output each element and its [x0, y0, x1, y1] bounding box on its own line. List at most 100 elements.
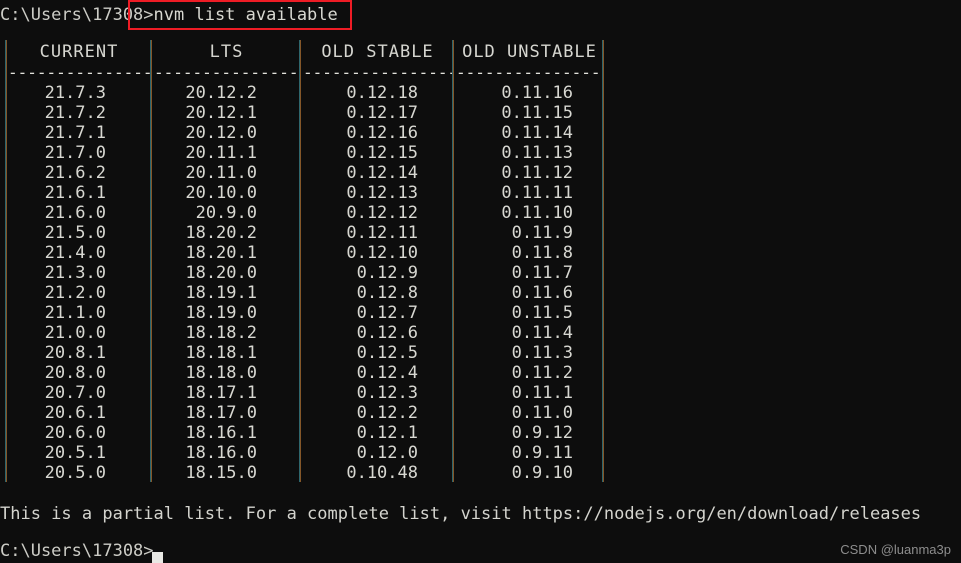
version-cell: 0.11.4 — [511, 323, 573, 343]
entered-command: nvm list available — [153, 5, 338, 25]
version-cell: 21.3.0 — [44, 263, 106, 283]
version-cell: 0.12.7 — [356, 303, 418, 323]
version-cell: 0.11.15 — [501, 103, 573, 123]
version-cell: 21.1.0 — [44, 303, 106, 323]
version-cell: 21.6.1 — [44, 183, 106, 203]
version-cell: 21.6.2 — [44, 163, 106, 183]
column-rule-old-stable: ---------------- — [303, 64, 452, 82]
version-cell: 0.12.9 — [356, 263, 418, 283]
column-current: CURRENT ---------------- 21.7.3 21.7.2 2… — [8, 40, 150, 483]
version-cell: 21.7.0 — [44, 143, 106, 163]
version-cell: 0.11.11 — [501, 183, 573, 203]
terminal-window[interactable]: C:\Users\17308>nvm list available CURREN… — [0, 0, 961, 563]
version-cell: 0.12.16 — [346, 123, 418, 143]
version-cell: 20.9.0 — [195, 203, 257, 223]
column-header-old-unstable: OLD UNSTABLE — [462, 42, 597, 62]
version-cell: 20.8.0 — [44, 363, 106, 383]
version-cell: 0.12.1 — [356, 423, 418, 443]
version-cell: 0.11.6 — [511, 283, 573, 303]
version-cell: 0.11.14 — [501, 123, 573, 143]
version-cell: 21.2.0 — [44, 283, 106, 303]
version-cell: 0.12.18 — [346, 83, 418, 103]
version-cell: 0.11.2 — [511, 363, 573, 383]
version-cell: 18.20.0 — [185, 263, 257, 283]
version-cell: 21.6.0 — [44, 203, 106, 223]
table-separator-left — [5, 40, 7, 482]
version-cell: 0.12.15 — [346, 143, 418, 163]
version-cell: 18.18.0 — [185, 363, 257, 383]
version-cell: 0.12.14 — [346, 163, 418, 183]
version-cell: 20.10.0 — [185, 183, 257, 203]
version-table: CURRENT ---------------- 21.7.3 21.7.2 2… — [0, 40, 961, 484]
command-line: C:\Users\17308>nvm list available — [0, 3, 338, 27]
version-cell: 20.8.1 — [44, 343, 106, 363]
version-cell: 18.18.1 — [185, 343, 257, 363]
version-cell: 0.9.11 — [511, 443, 573, 463]
version-cell: 0.11.0 — [511, 403, 573, 423]
column-rule-old-unstable: ---------------- — [456, 64, 603, 82]
column-rule-current: ---------------- — [8, 64, 150, 82]
text-cursor — [152, 552, 163, 563]
column-header-lts: LTS — [209, 42, 244, 62]
version-cell: 0.11.12 — [501, 163, 573, 183]
column-lts: LTS ---------------- 20.12.2 20.12.1 20.… — [154, 40, 299, 483]
version-cell: 20.6.0 — [44, 423, 106, 443]
version-cell: 0.12.2 — [356, 403, 418, 423]
version-cell: 0.11.1 — [511, 383, 573, 403]
version-cell: 20.11.0 — [185, 163, 257, 183]
version-cell: 20.12.2 — [185, 83, 257, 103]
version-cell: 21.5.0 — [44, 223, 106, 243]
version-cell: 20.7.0 — [44, 383, 106, 403]
version-cell: 18.17.0 — [185, 403, 257, 423]
version-cell: 0.12.0 — [356, 443, 418, 463]
table-separator-2 — [299, 40, 301, 482]
trailing-prompt: C:\Users\17308> — [0, 541, 154, 561]
prompt-path: C:\Users\17308> — [0, 5, 154, 25]
version-cell: 0.12.3 — [356, 383, 418, 403]
column-old-stable: OLD STABLE ---------------- 0.12.18 0.12… — [303, 40, 452, 483]
version-cell: 0.11.9 — [511, 223, 573, 243]
column-header-old-stable: OLD STABLE — [321, 42, 434, 62]
version-cell: 0.11.13 — [501, 143, 573, 163]
version-cell: 0.11.8 — [511, 243, 573, 263]
version-cell: 20.11.1 — [185, 143, 257, 163]
version-cell: 0.10.48 — [346, 463, 418, 483]
version-cell: 18.16.1 — [185, 423, 257, 443]
column-rule-lts: ---------------- — [154, 64, 299, 82]
version-cell: 0.11.16 — [501, 83, 573, 103]
version-cell: 0.12.8 — [356, 283, 418, 303]
version-cell: 0.11.3 — [511, 343, 573, 363]
column-body-old-unstable: 0.11.16 0.11.15 0.11.14 0.11.13 0.11.12 … — [456, 83, 603, 483]
version-cell: 0.12.12 — [346, 203, 418, 223]
column-header-current: CURRENT — [39, 42, 119, 62]
version-cell: 0.12.11 — [346, 223, 418, 243]
version-cell: 0.12.13 — [346, 183, 418, 203]
version-cell: 20.12.0 — [185, 123, 257, 143]
version-cell: 0.11.10 — [501, 203, 573, 223]
version-cell: 0.9.12 — [511, 423, 573, 443]
version-cell: 18.19.0 — [185, 303, 257, 323]
table-separator-1 — [150, 40, 152, 482]
version-cell: 0.11.5 — [511, 303, 573, 323]
version-cell: 0.11.7 — [511, 263, 573, 283]
version-cell: 18.20.1 — [185, 243, 257, 263]
version-cell: 21.7.3 — [44, 83, 106, 103]
version-cell: 21.0.0 — [44, 323, 106, 343]
version-cell: 18.16.0 — [185, 443, 257, 463]
version-cell: 0.12.5 — [356, 343, 418, 363]
version-cell: 0.12.17 — [346, 103, 418, 123]
csdn-watermark: CSDN @luanma3p — [840, 542, 951, 557]
version-cell: 20.12.1 — [185, 103, 257, 123]
version-cell: 0.12.10 — [346, 243, 418, 263]
table-separator-3 — [452, 40, 454, 482]
column-body-lts: 20.12.2 20.12.1 20.12.0 20.11.1 20.11.0 … — [154, 83, 299, 483]
version-cell: 18.17.1 — [185, 383, 257, 403]
partial-list-note: This is a partial list. For a complete l… — [0, 504, 922, 524]
version-cell: 18.18.2 — [185, 323, 257, 343]
version-cell: 21.7.1 — [44, 123, 106, 143]
version-cell: 18.20.2 — [185, 223, 257, 243]
version-cell: 0.9.10 — [511, 463, 573, 483]
column-old-unstable: OLD UNSTABLE ---------------- 0.11.16 0.… — [456, 40, 603, 483]
version-cell: 20.6.1 — [44, 403, 106, 423]
version-cell: 21.7.2 — [44, 103, 106, 123]
